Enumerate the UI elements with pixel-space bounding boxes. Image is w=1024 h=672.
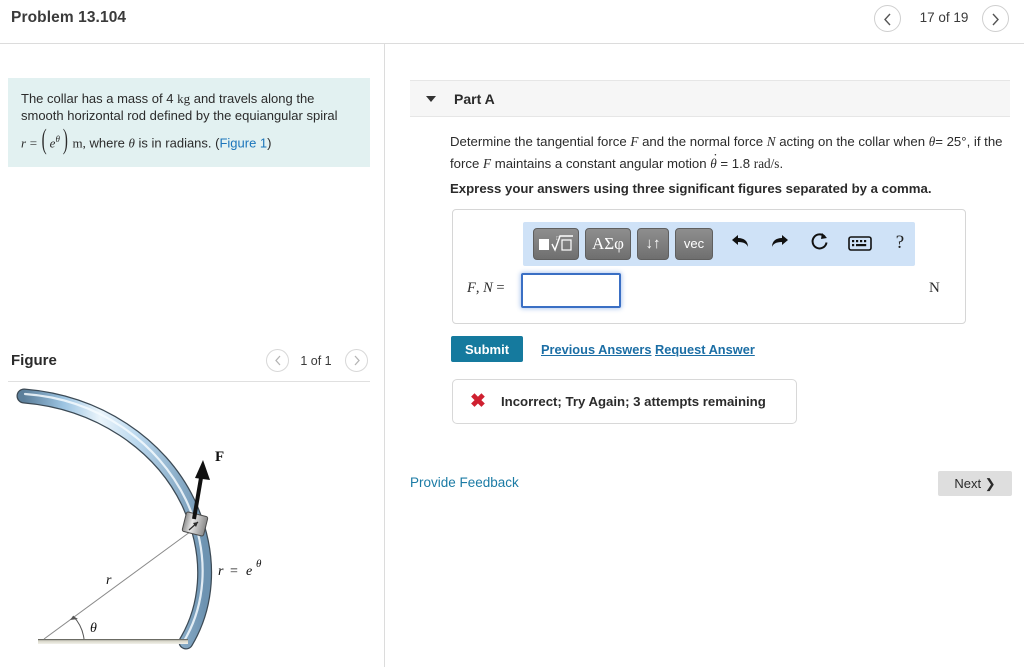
- previous-answers-link[interactable]: Previous Answers: [541, 342, 651, 357]
- greek-symbols-button[interactable]: ΑΣφ: [585, 228, 631, 260]
- statement-equation: r = eθ m, where θ is in radians. (Figure…: [21, 129, 357, 153]
- statement-line-1: The collar has a mass of 4 kg and travel…: [21, 91, 315, 106]
- keyboard-icon[interactable]: [847, 231, 873, 257]
- question-text: Determine the tangential force F and the…: [450, 131, 1012, 175]
- arrows-button[interactable]: ↓↑: [637, 228, 669, 260]
- figure-counter: 1 of 1: [300, 354, 332, 368]
- statement-line-2: smooth horizontal rod defined by the equ…: [21, 108, 338, 123]
- answer-input[interactable]: [521, 273, 621, 308]
- request-answer-link[interactable]: Request Answer: [655, 342, 755, 357]
- figure-diagram: F r θ r = e θ: [8, 386, 370, 667]
- part-a-header[interactable]: Part A: [410, 80, 1010, 117]
- figure-1-link[interactable]: Figure 1: [219, 135, 267, 150]
- question-mark-icon[interactable]: ?: [887, 231, 913, 257]
- symbol-F-2: F: [483, 156, 492, 171]
- problem-page-counter: 17 of 19: [919, 10, 969, 25]
- figure-title: Figure: [11, 352, 57, 369]
- equation-equals: =: [29, 135, 38, 151]
- force-label: F: [215, 449, 224, 465]
- feedback-banner: ✖ Incorrect; Try Again; 3 attempts remai…: [452, 379, 797, 424]
- vector-button[interactable]: vec: [675, 228, 713, 260]
- svg-text:e: e: [246, 564, 252, 579]
- equiangular-spiral-diagram: F r θ r = e θ: [16, 388, 262, 650]
- svg-text:=: =: [230, 564, 238, 579]
- next-button[interactable]: Next ❯: [938, 471, 1012, 496]
- symbol-F: F: [630, 134, 639, 149]
- symbol-theta-dot: θ ·: [710, 147, 717, 175]
- equation-theta: θ: [128, 135, 135, 151]
- answer-unit-label: N: [929, 280, 940, 296]
- rod-body: [17, 389, 211, 649]
- angle-label: θ: [90, 621, 97, 636]
- svg-text:□: □: [556, 236, 560, 242]
- problem-statement: The collar has a mass of 4 kg and travel…: [8, 78, 370, 168]
- reset-circular-arrow-icon[interactable]: [807, 231, 833, 257]
- answer-variable-label: F, N =: [467, 280, 505, 296]
- redo-arrow-icon[interactable]: [767, 231, 793, 257]
- square-root-template-icon: □: [539, 235, 573, 252]
- equation-parenthesized-exp: eθ: [41, 129, 69, 153]
- part-a-label: Part A: [454, 91, 495, 107]
- column-divider: [384, 44, 385, 667]
- undo-arrow-icon[interactable]: [727, 231, 753, 257]
- figure-header: Figure 1 of 1: [8, 348, 370, 380]
- svg-text:r: r: [218, 564, 224, 579]
- radius-line: [43, 528, 195, 640]
- caret-down-icon[interactable]: [426, 96, 436, 102]
- next-button-label: Next: [954, 475, 982, 491]
- math-toolbar: □ ΑΣφ ↓↑ vec ?: [523, 222, 915, 266]
- equation-r: r: [21, 135, 27, 151]
- figure-previous-button[interactable]: [266, 349, 289, 372]
- angle-arc: [72, 615, 85, 640]
- submit-button[interactable]: Submit: [451, 336, 523, 362]
- chevron-left-icon: [274, 355, 280, 366]
- answer-entry-panel: □ ΑΣφ ↓↑ vec ? F, N = N: [452, 209, 966, 324]
- chevron-right-icon: [354, 355, 360, 366]
- page-title: Problem 13.104: [11, 9, 127, 26]
- chevron-right-icon: [992, 13, 999, 25]
- next-problem-button[interactable]: [982, 5, 1009, 32]
- figure-next-button[interactable]: [345, 349, 368, 372]
- force-arrow: [192, 460, 210, 520]
- top-bar: Problem 13.104 17 of 19: [0, 0, 1024, 44]
- mass-unit: kg: [177, 91, 191, 106]
- radius-label: r: [106, 573, 112, 588]
- express-answer-instruction: Express your answers using three signifi…: [450, 181, 932, 196]
- chevron-left-icon: [884, 13, 891, 25]
- equation-unit: m,: [72, 135, 86, 151]
- red-x-icon: ✖: [470, 391, 486, 412]
- theta-dot-mark: ·: [713, 147, 718, 162]
- unit-rad-per-s: rad/s: [753, 156, 780, 171]
- svg-text:θ: θ: [256, 558, 262, 570]
- rod-outline: [16, 388, 213, 650]
- symbol-N: N: [766, 134, 776, 149]
- previous-problem-button[interactable]: [874, 5, 901, 32]
- provide-feedback-link[interactable]: Provide Feedback: [410, 475, 519, 490]
- figure-divider: [8, 381, 370, 382]
- template-button[interactable]: □: [533, 228, 579, 260]
- feedback-message: Incorrect; Try Again; 3 attempts remaini…: [501, 394, 766, 409]
- curve-equation-label: r = e θ: [218, 558, 262, 579]
- chevron-right-icon: ❯: [984, 475, 996, 491]
